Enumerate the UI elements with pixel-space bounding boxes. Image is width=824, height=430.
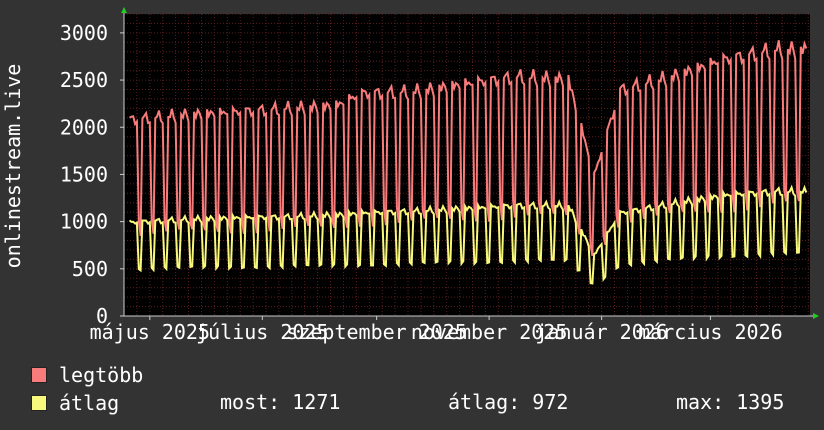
x-tick-label: május 2025: [90, 320, 210, 344]
stat-average: átlag: 972: [448, 390, 569, 414]
legend-swatch-avg: [31, 395, 47, 411]
y-axis-label: onlinestream.live: [1, 64, 25, 269]
y-axis-arrow-icon: [121, 7, 127, 13]
y-tick-label: 1000: [60, 210, 108, 234]
stat-max: max: 1395: [676, 390, 785, 414]
x-axis-ticks: május 2025július 2025szeptember 2025nove…: [90, 316, 783, 344]
x-axis-arrow-icon: [813, 313, 819, 319]
legend-label-max: legtöbb: [59, 363, 144, 387]
legend-item-avg: átlag: [31, 391, 120, 415]
legend-swatch-max: [31, 367, 47, 383]
y-tick-label: 2500: [60, 68, 108, 92]
legend-item-max: legtöbb: [31, 363, 144, 387]
y-tick-label: 3000: [60, 21, 108, 45]
traffic-chart: 050010001500200025003000 május 2025júliu…: [1, 7, 819, 344]
legend-label-avg: átlag: [59, 391, 120, 415]
y-tick-label: 2000: [60, 115, 108, 139]
y-tick-label: 1500: [60, 162, 108, 186]
y-tick-label: 500: [72, 257, 108, 281]
stat-now: most: 1271: [220, 390, 341, 414]
x-tick-label: március 2026: [638, 320, 783, 344]
y-axis-ticks: 050010001500200025003000: [60, 21, 124, 328]
